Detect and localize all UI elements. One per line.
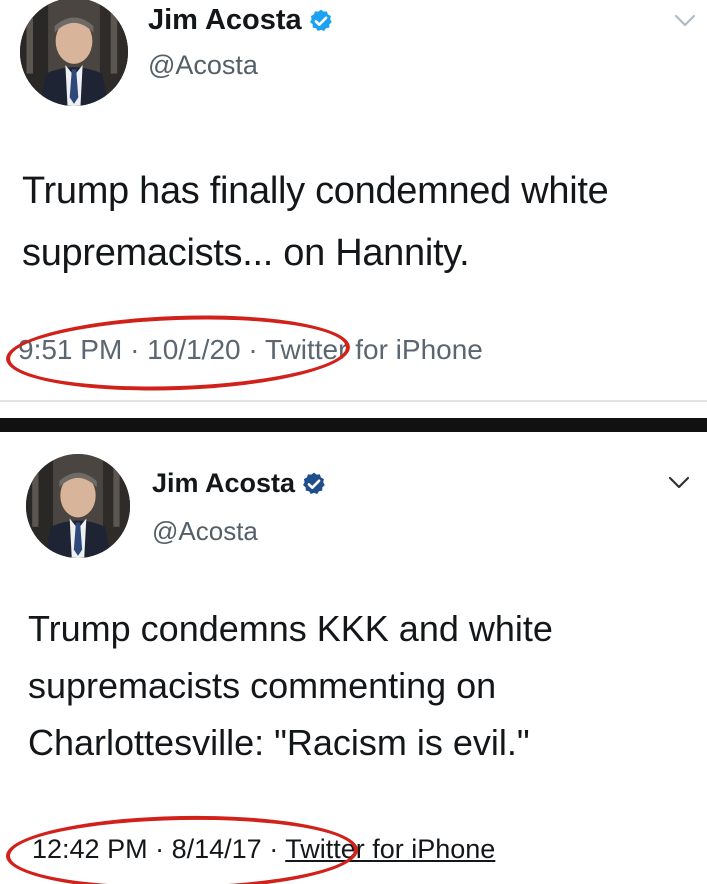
tweet-meta: 9:51 PM · 10/1/20 · Twitter for iPhone (18, 334, 483, 366)
meta-separator: · (269, 834, 279, 864)
verified-badge-icon (308, 8, 334, 34)
chevron-down-icon[interactable] (668, 476, 690, 490)
divider (0, 400, 707, 402)
meta-separator: · (130, 334, 140, 365)
avatar-photo (20, 0, 128, 106)
author-name[interactable]: Jim Acosta (148, 4, 302, 37)
avatar[interactable] (20, 0, 128, 106)
tweet-card[interactable]: Jim Acosta @Acosta Trump has finally con… (0, 0, 707, 410)
tweet-source[interactable]: Twitter for iPhone (265, 334, 483, 365)
author-handle[interactable]: @Acosta (148, 50, 258, 81)
tweet-meta: 12:42 PM · 8/14/17 · Twitter for iPhone (32, 834, 495, 865)
author-handle[interactable]: @Acosta (152, 516, 258, 547)
tweet-card[interactable]: Jim Acosta @Acosta Trump condemns KKK an… (0, 432, 707, 884)
tweet-time[interactable]: 9:51 PM (18, 334, 122, 365)
author-name[interactable]: Jim Acosta (152, 468, 295, 499)
tweet-time[interactable]: 12:42 PM (32, 834, 148, 864)
verified-badge-icon (301, 471, 327, 497)
meta-separator: · (248, 334, 258, 365)
tweet-date[interactable]: 10/1/20 (147, 334, 240, 365)
chevron-down-icon[interactable] (674, 14, 696, 28)
author-name-row[interactable]: Jim Acosta (148, 4, 334, 37)
section-divider (0, 418, 707, 432)
tweet-text: Trump condemns KKK and white supremacist… (28, 608, 553, 763)
meta-separator: · (155, 834, 165, 864)
avatar[interactable] (26, 454, 130, 558)
tweet-date[interactable]: 8/14/17 (172, 834, 262, 864)
avatar-photo (26, 454, 130, 558)
author-name-row[interactable]: Jim Acosta (152, 468, 327, 499)
tweet-text: Trump has finally condemned white suprem… (22, 170, 609, 274)
tweet-source[interactable]: Twitter for iPhone (285, 834, 495, 864)
